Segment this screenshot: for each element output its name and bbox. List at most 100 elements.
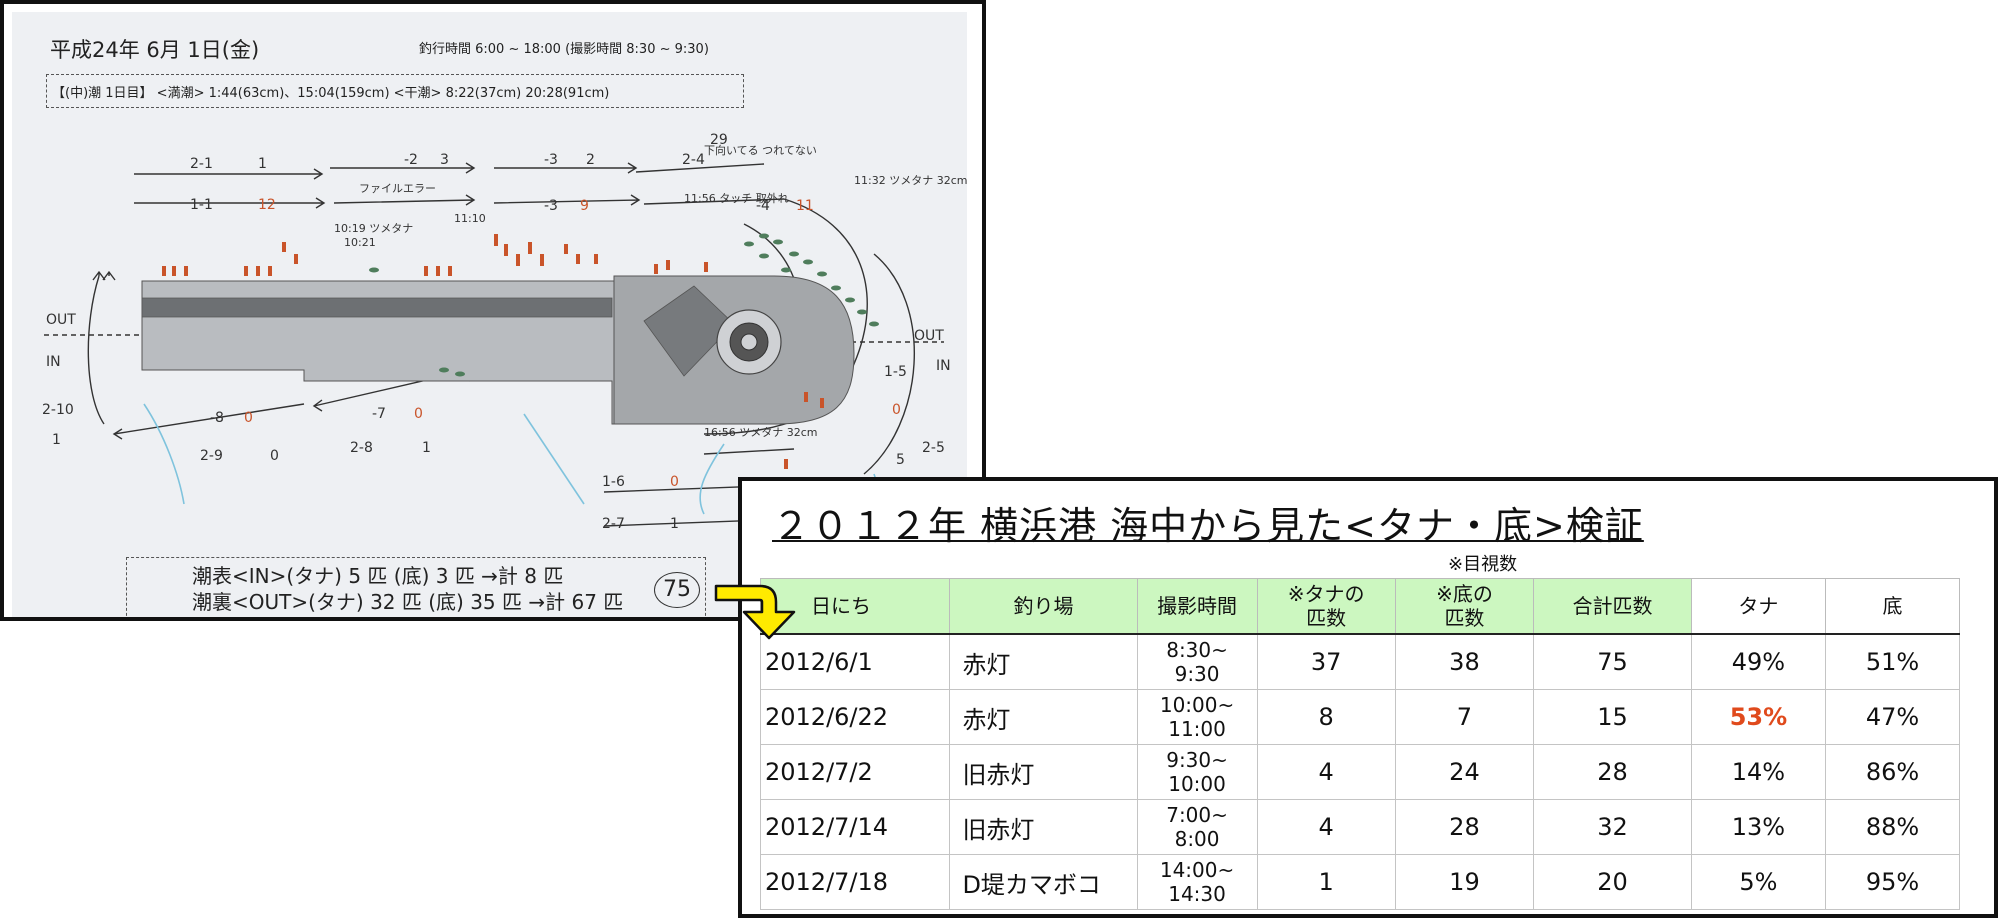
pass-bottom-7-count: 0 <box>892 402 901 418</box>
pass-bottom-1-count: 0 <box>244 410 253 426</box>
cell-bottom-pct: 47% <box>1824 689 1961 745</box>
cell-tana-pct: 49% <box>1690 633 1826 690</box>
header-bottom-count-line2: 匹数 <box>1444 606 1485 630</box>
note-time-4: 11:32 ツメタナ 32cm <box>854 174 967 187</box>
cell-tana-pct: 5% <box>1690 854 1826 910</box>
cell-tana-pct-highlight: 53% <box>1690 689 1826 745</box>
cell-tana-count: 4 <box>1256 744 1396 800</box>
header-tana-count-line1: ※タナの <box>1287 582 1365 606</box>
table-row: 2012/7/14 旧赤灯 7:00~ 8:00 4 28 32 13% 88% <box>759 799 1961 855</box>
pass-second-3-count: 11 <box>796 198 814 214</box>
cell-tana-pct: 14% <box>1690 744 1826 800</box>
label-in-right: IN <box>936 358 951 374</box>
pass-top-1-count: 1 <box>258 156 267 172</box>
table-row: 2012/6/1 赤灯 8:30~ 9:30 37 38 75 49% 51% <box>759 633 1961 690</box>
pass-top-2-count: 3 <box>440 152 449 168</box>
count-line-back: 潮裏<OUT>(タナ) 32 匹 (底) 35 匹 →計 67 匹 <box>192 590 624 614</box>
pass-bottom-5: 1-6 <box>602 474 625 490</box>
note-time-5: 16:56 ツメタナ 32cm <box>704 426 817 439</box>
pass-second-1: 1-1 <box>190 197 213 213</box>
cell-bottom-pct: 95% <box>1824 854 1961 910</box>
cell-bottom-count: 24 <box>1394 744 1535 800</box>
pass-bottom-1: -8 <box>210 410 224 426</box>
cell-spot: D堤カマボコ <box>949 854 1138 910</box>
cell-tana-count: 1 <box>1256 854 1396 910</box>
cell-bottom-pct: 86% <box>1824 744 1961 800</box>
cell-time-end: 9:30 <box>1174 662 1220 686</box>
header-spot: 釣り場 <box>949 578 1138 635</box>
cell-time-start: 10:00~ <box>1159 693 1235 717</box>
note-apparent: ファイルエラー <box>359 182 436 195</box>
cell-time-end: 10:00 <box>1168 772 1226 796</box>
pass-bottom-3: 2-9 <box>200 448 223 464</box>
cell-time: 14:00~ 14:30 <box>1136 854 1258 910</box>
cell-time-end: 8:00 <box>1174 827 1220 851</box>
cell-time-start: 7:00~ <box>1166 803 1228 827</box>
cell-tana-count: 4 <box>1256 799 1396 855</box>
cell-date: 2012/7/14 <box>759 799 951 855</box>
header-bottom-count-line1: ※底の <box>1436 582 1493 606</box>
cell-total: 32 <box>1533 799 1692 855</box>
pass-top-3: -3 <box>544 152 558 168</box>
note-time-2: 10:21 <box>344 236 376 249</box>
cell-tana-count: 8 <box>1256 689 1396 745</box>
note-time-1: 10:19 ツメタナ <box>334 222 413 235</box>
table-row: 2012/7/18 D堤カマボコ 14:00~ 14:30 1 19 20 5% … <box>759 854 1961 910</box>
header-total: 合計匹数 <box>1533 578 1692 635</box>
table-row: 2012/6/22 赤灯 10:00~ 11:00 8 7 15 53% 47% <box>759 689 1961 745</box>
table-title: ２０１２年 横浜港 海中から見た<タナ・底>検証 <box>772 504 1644 548</box>
header-time: 撮影時間 <box>1136 578 1258 635</box>
pass-bottom-7: 1-5 <box>884 364 907 380</box>
total-circled: 75 <box>654 572 700 608</box>
cell-bottom-count: 38 <box>1394 633 1535 690</box>
pass-bottom-2-count: 0 <box>414 406 423 422</box>
cell-time: 10:00~ 11:00 <box>1136 689 1258 745</box>
cell-time-start: 9:30~ <box>1166 748 1228 772</box>
yellow-arrow-icon <box>714 584 796 640</box>
header-bottom-count: ※底の 匹数 <box>1394 578 1535 635</box>
cell-bottom-count: 7 <box>1394 689 1535 745</box>
note-time-6: 11:56 タッチ 取外れ <box>684 192 789 205</box>
pass-bottom-3-count: 0 <box>270 448 279 464</box>
count-line-front: 潮表<IN>(タナ) 5 匹 (底) 3 匹 →計 8 匹 <box>192 564 564 588</box>
cell-time-start: 14:00~ <box>1159 858 1235 882</box>
verification-table-panel: ２０１２年 横浜港 海中から見た<タナ・底>検証 ※目視数 日にち 釣り場 撮影… <box>738 477 1998 918</box>
pass-second-1-count: 12 <box>258 197 276 213</box>
cell-time-end: 14:30 <box>1168 882 1226 906</box>
pass-bottom-6-count: 1 <box>670 516 679 532</box>
cell-bottom-count: 19 <box>1394 854 1535 910</box>
pass-bottom-6: 2-7 <box>602 516 625 532</box>
pass-second-2-count: 9 <box>580 198 589 214</box>
label-left-pass-count: 1 <box>52 432 61 448</box>
label-out-left: OUT <box>46 312 76 328</box>
cell-bottom-count: 28 <box>1394 799 1535 855</box>
note-time-3: 11:10 <box>454 212 486 225</box>
cell-time: 9:30~ 10:00 <box>1136 744 1258 800</box>
visual-count-note: ※目視数 <box>1448 554 1518 575</box>
table-header-row: 日にち 釣り場 撮影時間 ※タナの 匹数 ※底の 匹数 合計匹数 タナ 底 <box>759 578 1961 635</box>
cell-time-end: 11:00 <box>1168 717 1226 741</box>
cell-spot: 赤灯 <box>949 689 1138 745</box>
table-row: 2012/7/2 旧赤灯 9:30~ 10:00 4 24 28 14% 86% <box>759 744 1961 800</box>
cell-total: 20 <box>1533 854 1692 910</box>
cell-total: 15 <box>1533 689 1692 745</box>
pass-bottom-2: -7 <box>372 406 386 422</box>
cell-total: 28 <box>1533 744 1692 800</box>
header-tana-count: ※タナの 匹数 <box>1256 578 1396 635</box>
cell-date: 2012/6/22 <box>759 689 951 745</box>
label-out-right: OUT <box>914 328 944 344</box>
pass-top-4-count: 29 <box>710 132 728 148</box>
cell-tana-pct: 13% <box>1690 799 1826 855</box>
cell-spot: 赤灯 <box>949 633 1138 690</box>
pass-second-2: -3 <box>544 198 558 214</box>
verification-table: 日にち 釣り場 撮影時間 ※タナの 匹数 ※底の 匹数 合計匹数 タナ 底 2012… <box>759 578 1961 910</box>
pass-bottom-4: 2-8 <box>350 440 373 456</box>
cell-spot: 旧赤灯 <box>949 799 1138 855</box>
cell-total: 75 <box>1533 633 1692 690</box>
cell-date: 2012/6/1 <box>759 633 951 690</box>
cell-time-start: 8:30~ <box>1166 638 1228 662</box>
pass-bottom-5-count: 0 <box>670 474 679 490</box>
header-tana-pct: タナ <box>1690 578 1826 635</box>
pass-bottom-8-count: 5 <box>896 452 905 468</box>
cell-tana-count: 37 <box>1256 633 1396 690</box>
